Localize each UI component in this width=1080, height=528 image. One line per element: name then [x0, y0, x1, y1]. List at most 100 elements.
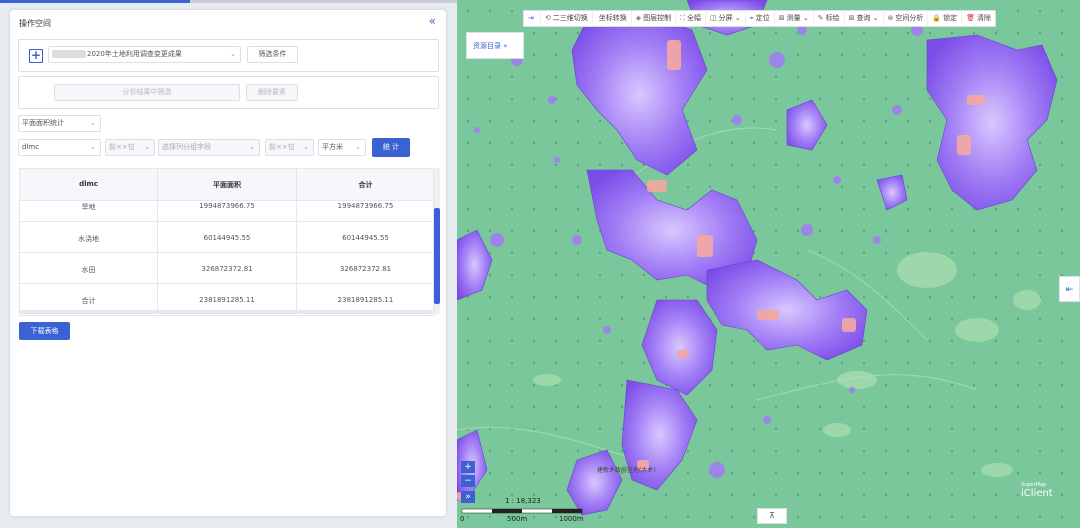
layer-filter-box: + 2020年土地利用调查变更成果 ⌄ 筛选条件 — [18, 39, 439, 72]
toolbar-split-button[interactable]: ◫ 分屏 ⌄ — [706, 11, 746, 26]
toolbar-label: 图层控制 — [643, 14, 672, 22]
toolbar-fullscreen-button[interactable]: ⛶ 全幅 — [676, 11, 707, 26]
digits-select-1[interactable]: 前××位 ⌄ — [105, 139, 155, 156]
stat-type-select[interactable]: 平面面积统计 ⌄ — [18, 115, 101, 132]
view-switch-icon: ⟲ — [544, 14, 551, 22]
digits-select-2[interactable]: 前××位 ⌄ — [265, 139, 314, 156]
toolbar-label: 测量 ⌄ — [786, 14, 809, 22]
statistics-button[interactable]: 统 计 — [372, 138, 410, 157]
unit-select[interactable]: 平方米 ⌄ — [318, 139, 366, 156]
expand-icon[interactable]: » — [461, 491, 475, 503]
operation-panel: 操作空间 « + 2020年土地利用调查变更成果 ⌄ 筛选条件 分析结果中筛选 删… — [10, 10, 446, 516]
split-icon: ◫ — [710, 14, 717, 22]
toolbar-locate-button[interactable]: ⌖ 定位 — [746, 11, 775, 26]
analysis-box: 分析结果中筛选 删除要素 — [18, 76, 439, 109]
toolbar-label: 二三维切换 — [552, 14, 588, 22]
toolbar-draw-button[interactable]: ✎ 标绘 — [814, 11, 845, 26]
redacted-text — [52, 50, 86, 58]
toolbar-label: 坐标转换 — [598, 14, 627, 22]
group-field-select[interactable]: 选择列分组字段 ⌄ — [158, 139, 260, 156]
zoom-in-button[interactable]: + — [461, 461, 475, 473]
toolbar-query-button[interactable]: ⊠ 查询 ⌄ — [845, 11, 884, 26]
active-tab-indicator — [0, 0, 190, 3]
lock-icon: 🔒 — [932, 14, 942, 22]
toolbar-measure-button[interactable]: ⊠ 测量 ⌄ — [775, 11, 814, 26]
scrollbar-thumb[interactable] — [434, 208, 440, 304]
collapse-right-icon: ⇥ — [528, 14, 534, 22]
table-cell: 水田 — [81, 266, 96, 274]
table-cell: 2381891285.11 — [337, 296, 394, 304]
bottom-panel-toggle-icon[interactable]: ⊼ — [757, 508, 787, 524]
delete-feature-button[interactable]: 删除要素 — [246, 84, 298, 101]
trash-icon: 🗑 — [966, 14, 976, 22]
locate-icon: ⌖ — [749, 14, 754, 22]
toolbar-layers-button[interactable]: ◈ 图层控制 — [632, 11, 677, 26]
chevron-down-icon: ⌄ — [230, 50, 236, 58]
map-view[interactable]: 1 : 18,323 0 500m 1000m 建新乡政府驻地(大乡) Supe… — [457, 0, 1080, 528]
table-cell: 60144945.55 — [203, 234, 251, 242]
layer-select[interactable]: 2020年土地利用调查变更成果 ⌄ — [48, 46, 241, 63]
draw-icon: ✎ — [817, 14, 824, 22]
toolbar-label: 清除 — [977, 14, 992, 22]
chevron-down-icon: ⌄ — [144, 143, 150, 151]
table-cell: 1994873966.75 — [199, 202, 255, 210]
collapse-icon[interactable]: « — [429, 14, 436, 28]
table-cell: 1994873966.75 — [337, 202, 394, 210]
table-cell: 326872372.81 — [339, 265, 392, 273]
map-canvas — [457, 0, 1080, 528]
column-divider — [157, 169, 158, 315]
toolbar-spatial-analysis-button[interactable]: ⊛ 空间分析 — [884, 11, 929, 26]
header-cell[interactable]: 平面面积 — [158, 180, 296, 190]
scale-tick: 500m — [507, 515, 528, 523]
toolbar-label: 空间分析 — [895, 14, 924, 22]
toolbar-trash-button[interactable]: 🗑 清除 — [962, 11, 995, 26]
toolbar-label: 全幅 — [687, 14, 702, 22]
chevron-down-icon: ⌄ — [249, 143, 255, 151]
column-divider — [296, 169, 297, 315]
toolbar-label: 分屏 ⌄ — [718, 14, 741, 22]
add-icon[interactable]: + — [29, 49, 43, 63]
chevron-down-icon: ⌄ — [90, 143, 96, 151]
download-table-button[interactable]: 下载表格 — [19, 322, 70, 340]
filter-button[interactable]: 筛选条件 — [247, 46, 298, 63]
toolbar-label: 定位 — [755, 14, 770, 22]
table-cell: 326872372.81 — [201, 265, 253, 273]
result-table: dlmc 平面面积 合计 旱地 1994873966.75 1994873966… — [19, 168, 435, 316]
table-cell: 60144945.55 — [342, 234, 389, 242]
scale-tick: 1000m — [559, 515, 584, 523]
row-divider — [20, 283, 434, 284]
toolbar-collapse-right-button[interactable]: ⇥ — [524, 11, 541, 26]
measure-icon: ⊠ — [778, 14, 785, 22]
toolbar-label: 查询 ⌄ — [856, 14, 879, 22]
side-panel-toggle-icon[interactable]: ⇤ — [1059, 276, 1080, 302]
table-cell: 2381891285.11 — [199, 296, 255, 304]
header-cell[interactable]: dlmc — [20, 180, 157, 188]
toolbar-coordinate-button[interactable]: 坐标转换 — [593, 11, 632, 26]
map-toolbar: ⇥ ⟲ 二三维切换 坐标转换 ◈ 图层控制 ⛶ 全幅 ◫ 分屏 ⌄ ⌖ 定位 ⊠ 测量 ⌄ ✎ 标绘 ⊠ 查询 ⌄… — [523, 10, 997, 27]
table-horizontal-scrollbar[interactable] — [19, 310, 433, 314]
toolbar-view-switch-button[interactable]: ⟲ 二三维切换 — [541, 11, 593, 26]
chevron-down-icon: ⌄ — [303, 143, 309, 151]
toolbar-lock-button[interactable]: 🔒 锁定 — [928, 11, 963, 26]
table-vertical-scrollbar[interactable] — [433, 168, 440, 314]
place-label: 建新乡政府驻地(大乡) — [597, 467, 656, 474]
toolbar-label: 标绘 — [825, 14, 840, 22]
chevron-down-icon: ⌄ — [90, 119, 96, 127]
table-cell: 旱地 — [81, 203, 96, 211]
toolbar-label: 锁定 — [943, 14, 958, 22]
layers-icon: ◈ — [635, 14, 642, 22]
scale-bar — [461, 508, 583, 514]
zoom-out-button[interactable]: − — [461, 475, 475, 487]
chevron-right-icon: » — [503, 42, 508, 50]
fullscreen-icon: ⛶ — [680, 14, 686, 22]
field-select[interactable]: dlmc ⌄ — [18, 139, 101, 156]
query-icon: ⊠ — [848, 14, 855, 22]
table-cell: 合计 — [81, 297, 96, 305]
header-cell[interactable]: 合计 — [297, 180, 434, 190]
analysis-filter-button[interactable]: 分析结果中筛选 — [54, 84, 240, 101]
scale-ratio: 1 : 18,323 — [505, 497, 541, 505]
table-cell: 水浇地 — [78, 235, 99, 243]
panel-title: 操作空间 — [19, 19, 51, 28]
row-divider — [20, 252, 434, 253]
resource-catalog-button[interactable]: 资源目录 » — [466, 32, 524, 59]
